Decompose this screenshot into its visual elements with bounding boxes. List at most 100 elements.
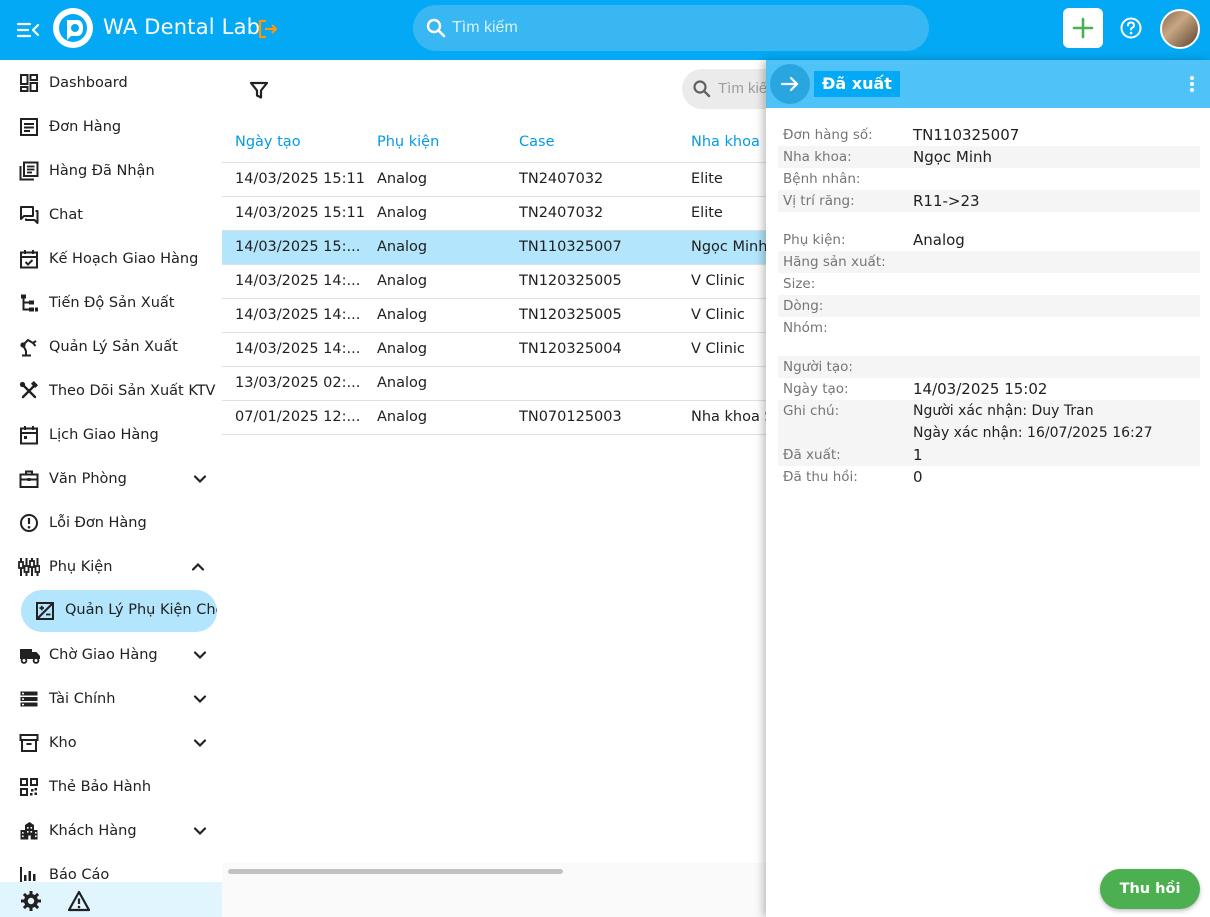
add-button[interactable] xyxy=(1063,8,1103,48)
table-row[interactable]: 07/01/2025 12:... Analog TN070125003 Nha… xyxy=(222,400,766,434)
sidebar-item-label: Kho xyxy=(49,735,77,751)
cell-clinic: Elite xyxy=(691,171,723,187)
cell-accessory: Analog xyxy=(377,307,428,323)
accessory-table: Ngày tạo Phụ kiện Case Nha khoa 14/03/20… xyxy=(222,116,766,866)
global-search-input[interactable] xyxy=(452,17,852,39)
field-value: Người xác nhận: Duy Tran xyxy=(913,403,1094,419)
sidebar-item-label: Theo Dõi Sản Xuất KTV xyxy=(49,383,216,399)
sidebar-item-delivery-plan[interactable]: Kế Hoạch Giao Hàng xyxy=(0,239,222,279)
table-row[interactable]: 13/03/2025 02:... Analog xyxy=(222,366,766,400)
column-header-created[interactable]: Ngày tạo xyxy=(235,134,301,150)
close-panel-button[interactable] xyxy=(770,64,810,104)
archive-icon xyxy=(19,734,39,752)
sidebar-subitem-accessory-management[interactable]: Quản Lý Phụ Kiện Cho Khách Hàng xyxy=(21,590,217,632)
menu-collapse-icon[interactable] xyxy=(14,16,42,44)
help-icon[interactable] xyxy=(1119,16,1143,40)
robot-arm-icon xyxy=(20,339,37,357)
chevron-down-icon[interactable] xyxy=(192,647,208,663)
storage-icon xyxy=(20,691,38,707)
detail-row-note: Ghi chú: Người xác nhận: Duy Tran Ngày x… xyxy=(778,400,1200,444)
detail-panel: Đã xuất Đơn hàng số: TN110325007 Nha kho… xyxy=(766,60,1210,917)
sidebar-item-chat[interactable]: Chat xyxy=(0,195,222,235)
chat-icon xyxy=(20,206,39,224)
sidebar: Dashboard Đơn Hàng Hàng Đã Nhận Chat Kế … xyxy=(0,60,222,917)
field-label: Size: xyxy=(783,276,816,292)
table-row[interactable]: 14/03/2025 15:11 Analog TN2407032 Elite xyxy=(222,196,766,230)
detail-row-maker: Hãng sản xuất: xyxy=(778,251,1200,273)
sidebar-item-production-management[interactable]: Quản Lý Sản Xuất xyxy=(0,327,222,367)
calendar-icon xyxy=(20,426,38,445)
logout-icon[interactable] xyxy=(256,17,280,41)
sidebar-item-dashboard[interactable]: Dashboard xyxy=(0,63,222,103)
sidebar-item-label: Báo Cáo xyxy=(49,867,110,883)
accessory-list-panel: Tìm kiếm Ngày tạo Phụ kiện Case Nha khoa… xyxy=(222,60,802,917)
cell-created: 14/03/2025 14:... xyxy=(235,273,361,289)
more-vert-icon[interactable] xyxy=(1182,74,1202,94)
recall-button[interactable]: Thu hồi xyxy=(1100,869,1200,909)
sidebar-item-awaiting-delivery[interactable]: Chờ Giao Hàng xyxy=(0,635,222,675)
cell-created: 14/03/2025 15:11 xyxy=(235,205,365,221)
sidebar-item-warehouse[interactable]: Kho xyxy=(0,723,222,763)
table-row[interactable]: 14/03/2025 14:... Analog TN120325004 V C… xyxy=(222,332,766,366)
cell-accessory: Analog xyxy=(377,341,428,357)
calendar-check-icon xyxy=(20,250,38,269)
column-header-case[interactable]: Case xyxy=(519,134,555,150)
detail-row-line: Dòng: xyxy=(778,295,1200,317)
sidebar-item-production-progress[interactable]: Tiến Độ Sản Xuất xyxy=(0,283,222,323)
sidebar-item-customers[interactable]: Khách Hàng xyxy=(0,811,222,851)
filter-icon[interactable] xyxy=(249,80,269,100)
chevron-down-icon[interactable] xyxy=(192,823,208,839)
cell-created: 14/03/2025 15:11 xyxy=(235,171,365,187)
sidebar-item-label: Văn Phòng xyxy=(49,471,127,487)
dashboard-icon xyxy=(20,74,38,92)
cell-case: TN2407032 xyxy=(519,205,604,221)
top-app-bar: WA Dental Lab xyxy=(0,0,1210,60)
chevron-down-icon[interactable] xyxy=(192,691,208,707)
sidebar-item-accessories[interactable]: Phụ Kiện xyxy=(0,547,222,587)
sidebar-item-received[interactable]: Hàng Đã Nhận xyxy=(0,151,222,191)
horizontal-scrollbar[interactable] xyxy=(222,863,766,881)
chevron-up-icon[interactable] xyxy=(190,559,206,575)
column-header-accessory[interactable]: Phụ kiện xyxy=(377,134,439,150)
briefcase-icon xyxy=(19,470,39,488)
cell-accessory: Analog xyxy=(377,409,428,425)
field-label: Ngày tạo: xyxy=(783,381,849,397)
field-label: Bệnh nhân: xyxy=(783,171,861,187)
accessory-manage-icon xyxy=(36,602,54,620)
table-row[interactable]: 14/03/2025 15:11 Analog TN2407032 Elite xyxy=(222,162,766,196)
sidebar-item-delivery-schedule[interactable]: Lịch Giao Hàng xyxy=(0,415,222,455)
field-label: Đã thu hồi: xyxy=(783,469,858,485)
sidebar-item-label: Tài Chính xyxy=(49,691,116,707)
sidebar-item-label: Phụ Kiện xyxy=(49,559,113,575)
gear-icon[interactable] xyxy=(20,890,42,912)
user-avatar[interactable] xyxy=(1160,9,1200,49)
cell-created: 13/03/2025 02:... xyxy=(235,375,361,391)
sidebar-item-order-errors[interactable]: Lỗi Đơn Hàng xyxy=(0,503,222,543)
sidebar-item-label: Thẻ Bảo Hành xyxy=(49,779,152,795)
column-header-clinic[interactable]: Nha khoa xyxy=(691,134,760,150)
sidebar-item-warranty[interactable]: Thẻ Bảo Hành xyxy=(0,767,222,807)
scrollbar-thumb[interactable] xyxy=(228,869,563,874)
sidebar-item-label: Chờ Giao Hàng xyxy=(49,647,158,663)
sidebar-item-label: Kế Hoạch Giao Hàng xyxy=(49,251,199,267)
error-icon xyxy=(20,514,38,532)
chevron-down-icon[interactable] xyxy=(192,735,208,751)
cell-case: TN070125003 xyxy=(519,409,622,425)
field-label: Người tạo: xyxy=(783,359,853,375)
table-row-selected[interactable]: 14/03/2025 15:... Analog TN110325007 Ngọ… xyxy=(222,230,766,264)
sidebar-item-office[interactable]: Văn Phòng xyxy=(0,459,222,499)
app-logo xyxy=(53,8,93,48)
warning-icon[interactable] xyxy=(68,890,90,912)
received-icon xyxy=(19,161,39,181)
field-value: Analog xyxy=(913,231,965,249)
cell-accessory: Analog xyxy=(377,171,428,187)
table-row[interactable]: 14/03/2025 14:... Analog TN120325005 V C… xyxy=(222,264,766,298)
sidebar-item-finance[interactable]: Tài Chính xyxy=(0,679,222,719)
qr-code-icon xyxy=(20,778,38,796)
chevron-down-icon[interactable] xyxy=(192,471,208,487)
detail-row-clinic: Nha khoa: Ngọc Minh xyxy=(778,146,1200,168)
sidebar-item-orders[interactable]: Đơn Hàng xyxy=(0,107,222,147)
table-row[interactable]: 14/03/2025 14:... Analog TN120325005 V C… xyxy=(222,298,766,332)
sidebar-item-technician-tracking[interactable]: Theo Dõi Sản Xuất KTV xyxy=(0,371,222,411)
detail-header: Đã xuất xyxy=(766,60,1210,108)
